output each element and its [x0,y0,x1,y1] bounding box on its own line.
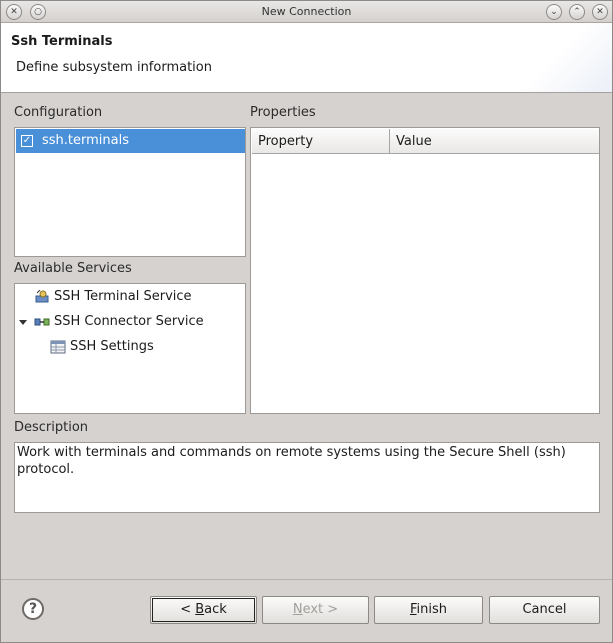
tree-item-label: SSH Settings [70,339,154,354]
button-bar-separator [1,579,612,580]
wizard-header: Ssh Terminals Define subsystem informati… [1,23,612,93]
config-item-label: ssh.terminals [42,133,129,148]
finish-button[interactable]: Finish [374,596,483,624]
checked-checkbox-icon[interactable]: ✓ [21,135,33,147]
cancel-button[interactable]: Cancel [489,596,600,624]
description-box: Work with terminals and commands on remo… [14,442,600,513]
settings-table-icon [50,340,66,354]
next-button[interactable]: Next > [262,596,369,624]
configuration-list[interactable]: ✓ ssh.terminals [14,127,246,257]
title-bar: ✕ ○ New Connection ⌄ ⌃ ✕ [1,1,612,23]
services-tree[interactable]: SSH Terminal Service SSH Connector Servi… [14,283,246,414]
description-text: Work with terminals and commands on remo… [17,445,566,477]
page-subtitle: Define subsystem information [16,60,212,75]
minimize-button[interactable]: ⌄ [546,4,562,20]
tree-item-label: SSH Terminal Service [54,289,192,304]
properties-table[interactable]: Property Value [250,127,600,414]
close-button[interactable]: ✕ [592,4,608,20]
tree-item-ssh-terminal-service[interactable]: SSH Terminal Service [15,287,245,309]
maximize-button[interactable]: ⌃ [569,4,585,20]
properties-label: Properties [250,105,316,120]
available-services-label: Available Services [14,261,132,276]
new-connection-dialog: ✕ ○ New Connection ⌄ ⌃ ✕ Ssh Terminals D… [0,0,613,643]
connector-icon [34,318,50,326]
description-label: Description [14,420,89,435]
header-banner-graphic [472,23,612,92]
column-header-property[interactable]: Property [252,129,390,154]
config-item-ssh-terminals[interactable]: ✓ ssh.terminals [16,129,245,153]
expand-arrow-icon[interactable] [19,320,27,325]
column-header-value[interactable]: Value [390,129,599,154]
help-icon[interactable]: ? [22,598,44,620]
tree-item-label: SSH Connector Service [54,314,204,329]
tree-item-ssh-settings[interactable]: SSH Settings [15,337,245,359]
back-button[interactable]: < Back [150,596,257,624]
page-title: Ssh Terminals [11,34,113,49]
window-title: New Connection [261,5,352,18]
tree-item-ssh-connector-service[interactable]: SSH Connector Service [15,312,245,334]
terminal-service-icon [35,290,49,303]
configuration-label: Configuration [14,105,103,120]
